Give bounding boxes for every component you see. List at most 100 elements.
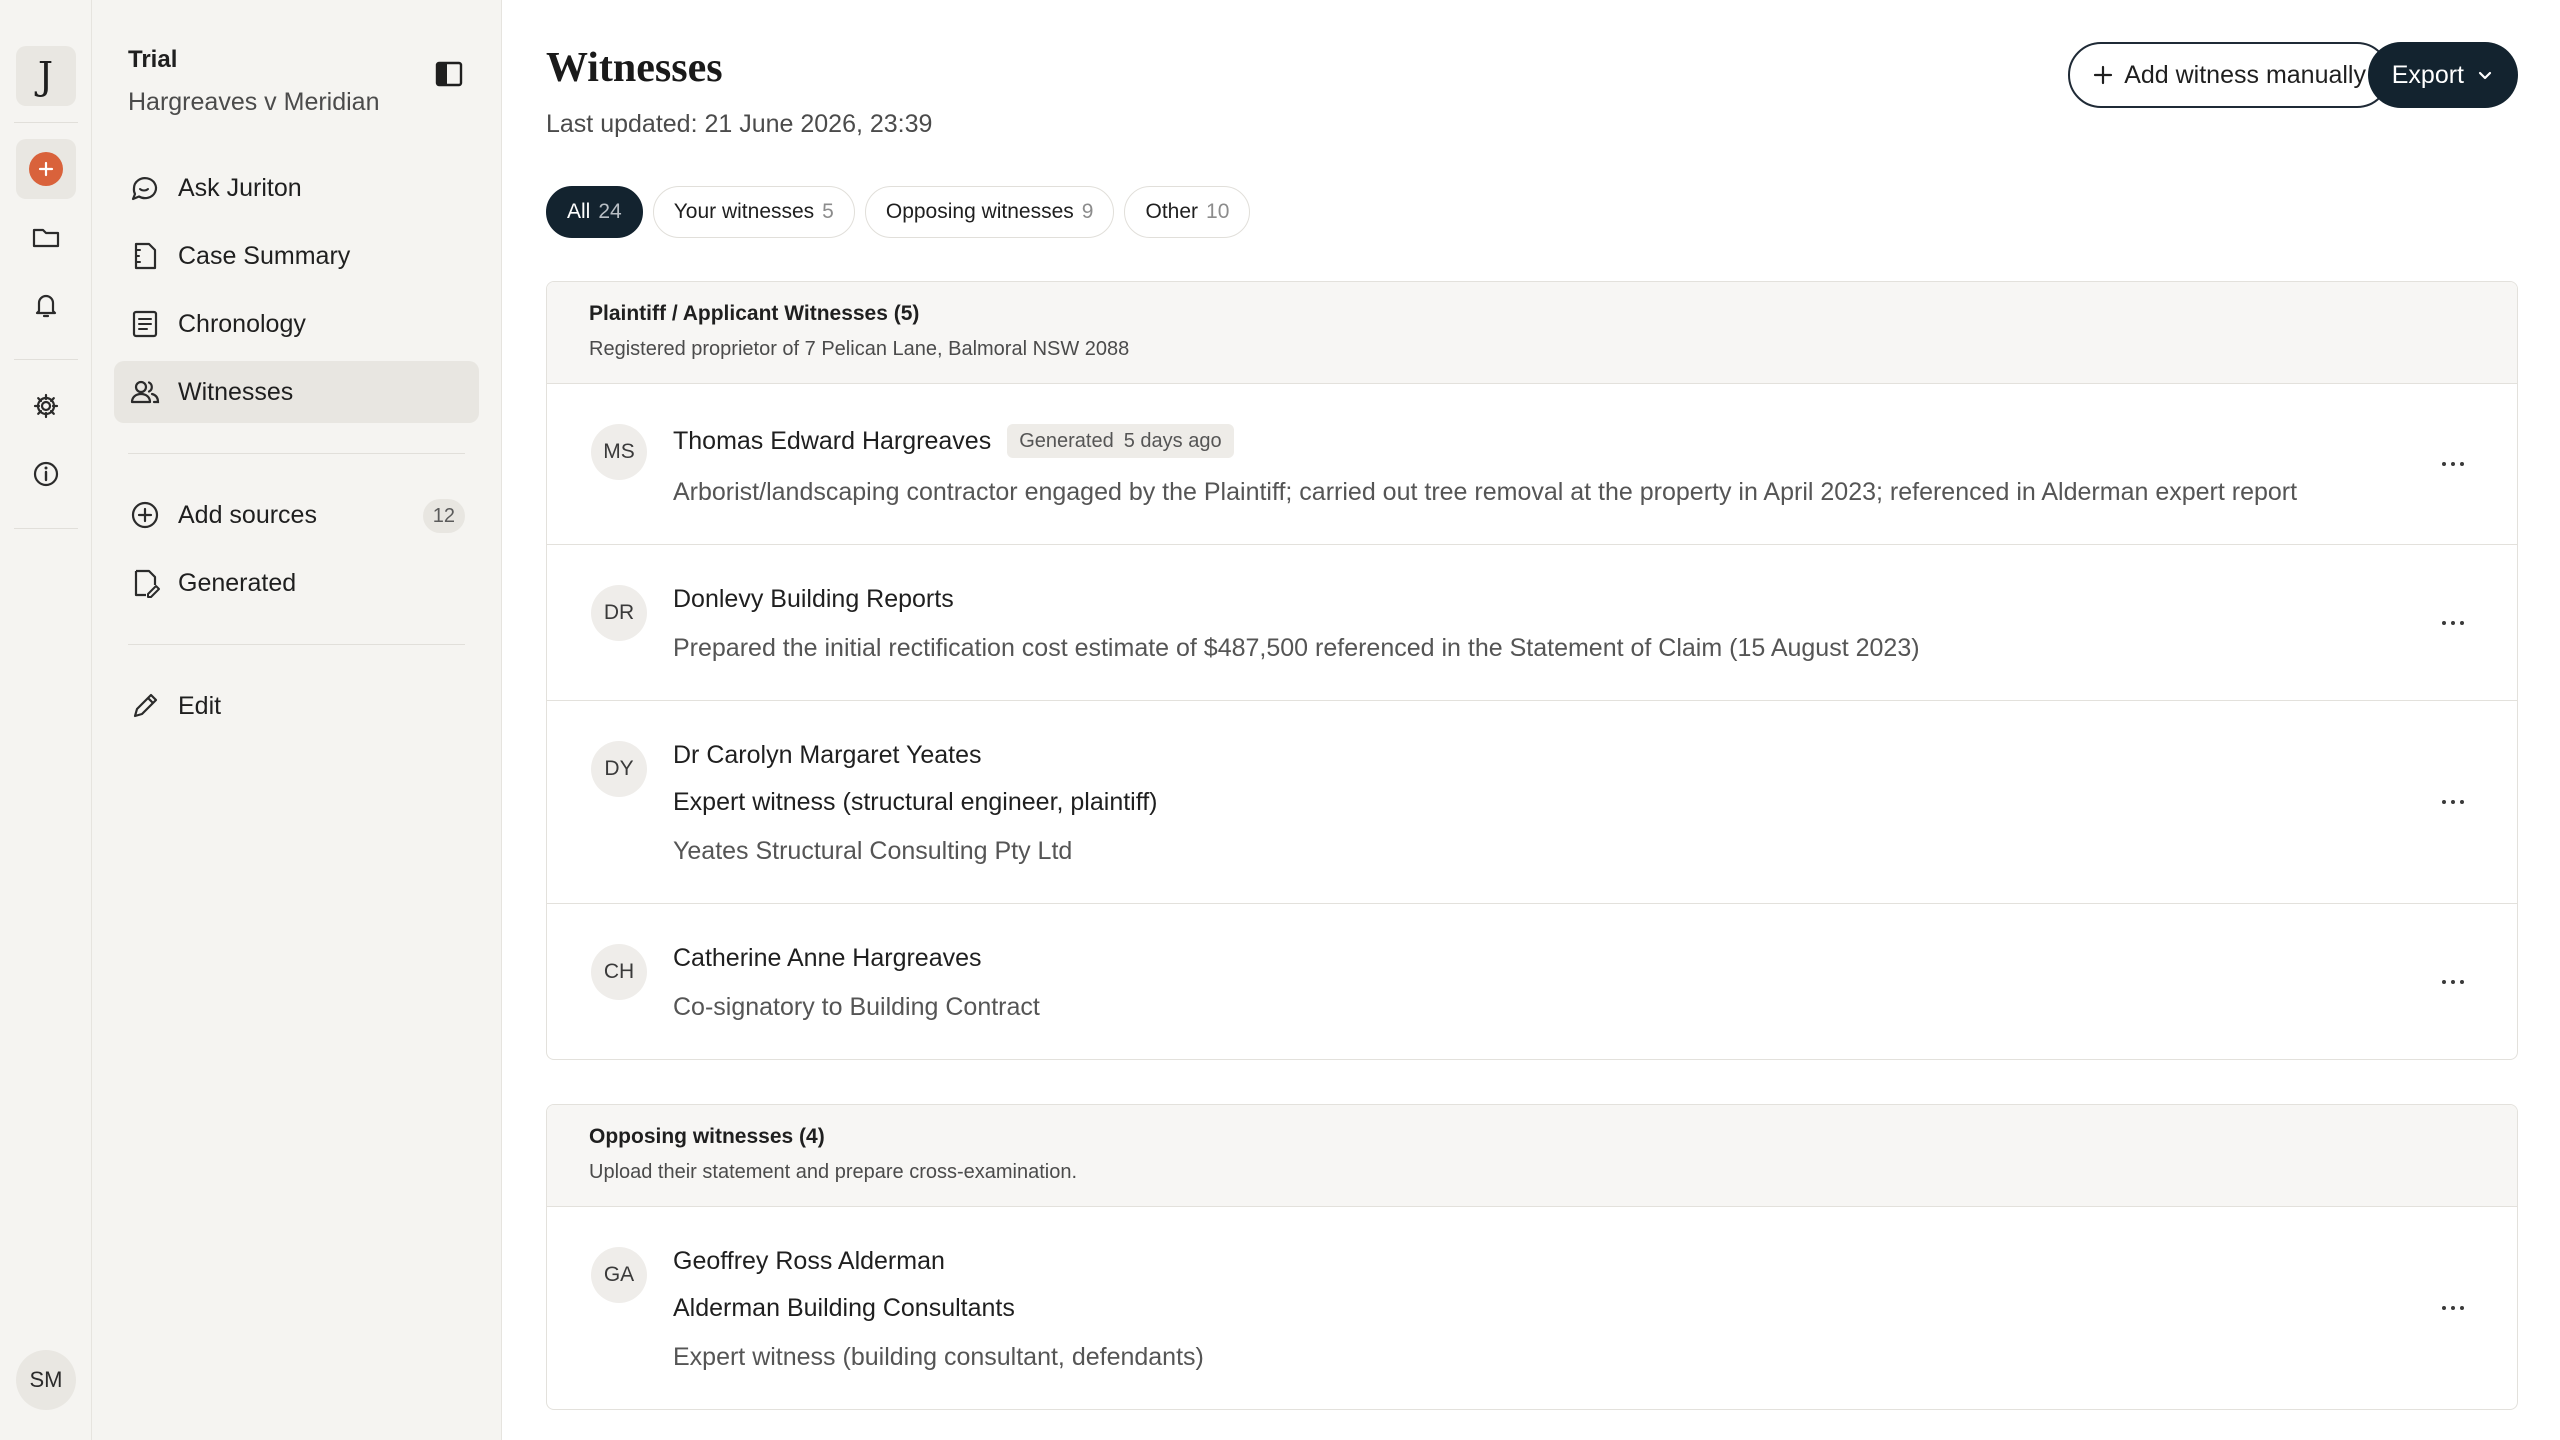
nav-item-ask-juriton[interactable]: Ask Juriton xyxy=(114,157,479,219)
filter-tabs: All 24 Your witnesses 5 Opposing witness… xyxy=(546,186,1260,238)
nav-label: Ask Juriton xyxy=(178,173,302,202)
export-label: Export xyxy=(2391,60,2464,89)
list-icon xyxy=(128,307,162,341)
section-subtitle: Registered proprietor of 7 Pelican Lane,… xyxy=(589,338,1130,360)
icon-rail: J SM xyxy=(0,0,92,1440)
tab-all[interactable]: All 24 xyxy=(546,186,643,238)
add-witness-button[interactable]: Add witness manually xyxy=(2068,42,2390,108)
section-title: Opposing witnesses (4) xyxy=(589,1125,825,1148)
witness-name: Thomas Edward Hargreaves xyxy=(673,426,992,455)
folder-button[interactable] xyxy=(16,207,76,267)
witness-name-line: Donlevy Building Reports xyxy=(673,585,2377,614)
opposing-witnesses-section: Opposing witnesses (4) Upload their stat… xyxy=(546,1104,2518,1410)
nav-label: Generated xyxy=(178,568,297,597)
add-witness-label: Add witness manually xyxy=(2124,60,2366,89)
tab-your-witnesses[interactable]: Your witnesses 5 xyxy=(652,186,855,238)
tab-label: Your witnesses xyxy=(673,200,815,223)
witness-sections: Plaintiff / Applicant Witnesses (5) Regi… xyxy=(546,281,2518,1440)
case-sidebar: Trial Hargreaves v Meridian Ask Juriton … xyxy=(92,0,502,1440)
sources-count-badge: 12 xyxy=(422,499,465,533)
sidebar-toggle-icon[interactable] xyxy=(433,58,465,90)
witness-row[interactable]: DR Donlevy Building Reports Prepared the… xyxy=(547,545,2517,701)
plaintiff-witnesses-section: Plaintiff / Applicant Witnesses (5) Regi… xyxy=(546,281,2518,1060)
witness-name-line: Dr Carolyn Margaret Yeates xyxy=(673,741,2377,770)
section-subtitle: Upload their statement and prepare cross… xyxy=(589,1161,1078,1183)
info-button[interactable] xyxy=(16,444,76,504)
nav-label: Add sources xyxy=(178,500,317,529)
tab-label: Opposing witnesses xyxy=(885,200,1074,223)
nav-label: Witnesses xyxy=(178,377,294,406)
nav-item-chronology[interactable]: Chronology xyxy=(114,293,479,355)
witness-description: Expert witness (building consultant, def… xyxy=(673,1343,1204,1371)
tab-label: All xyxy=(567,200,591,223)
last-updated: Last updated: 21 June 2026, 23:39 xyxy=(546,110,933,138)
nav-item-edit[interactable]: Edit xyxy=(114,675,479,737)
pencil-icon xyxy=(128,689,162,723)
plus-icon xyxy=(28,152,63,186)
sidebar-nav-secondary: Add sources 12 Generated xyxy=(114,484,479,614)
nav-item-add-sources[interactable]: Add sources 12 xyxy=(114,484,479,546)
witness-row[interactable]: GA Geoffrey Ross Alderman Alderman Build… xyxy=(547,1207,2517,1409)
witness-row[interactable]: CH Catherine Anne Hargreaves Co-signator… xyxy=(547,904,2517,1059)
generated-file-icon xyxy=(128,566,162,600)
more-options-icon[interactable] xyxy=(2439,968,2467,996)
folder-icon xyxy=(32,228,59,248)
witness-avatar: MS xyxy=(591,424,647,480)
sidebar-divider xyxy=(128,453,465,454)
nav-label: Chronology xyxy=(178,309,306,338)
plus-circle-icon xyxy=(128,498,162,532)
case-name: Hargreaves v Meridian xyxy=(128,88,380,116)
witness-avatar: DY xyxy=(591,741,647,797)
tab-count: 5 xyxy=(822,200,834,223)
tab-count: 24 xyxy=(598,200,622,223)
settings-button[interactable] xyxy=(16,376,76,436)
more-options-icon[interactable] xyxy=(2439,609,2467,637)
app-logo[interactable]: J xyxy=(15,46,76,106)
rail-divider xyxy=(13,122,78,123)
sidebar-nav: Ask Juriton Case Summary Chronology Witn… xyxy=(114,157,479,423)
new-button[interactable] xyxy=(15,139,76,199)
tab-other[interactable]: Other 10 xyxy=(1124,186,1251,238)
tab-label: Other xyxy=(1145,200,1199,223)
witness-avatar: GA xyxy=(591,1247,647,1303)
more-options-icon[interactable] xyxy=(2439,1294,2467,1322)
nav-label: Edit xyxy=(178,691,222,720)
people-icon xyxy=(128,375,162,409)
app-shell: J SM Trial Hargreaves v Meridian Ask Jur… xyxy=(0,0,2560,1440)
witness-avatar: CH xyxy=(591,944,647,1000)
page-title: Witnesses xyxy=(546,45,723,91)
witness-description: Prepared the initial rectification cost … xyxy=(673,634,1920,662)
witness-row[interactable]: DY Dr Carolyn Margaret Yeates Expert wit… xyxy=(547,701,2517,904)
section-header: Opposing witnesses (4) Upload their stat… xyxy=(547,1105,2517,1207)
sidebar-nav-tertiary: Edit xyxy=(114,675,479,737)
more-options-icon[interactable] xyxy=(2439,450,2467,478)
chat-bubble-icon xyxy=(128,171,162,205)
bell-icon xyxy=(35,294,56,318)
witness-description: Arborist/landscaping contractor engaged … xyxy=(673,478,2298,506)
info-icon xyxy=(33,461,58,487)
witness-organisation: Alderman Building Consultants xyxy=(673,1294,1015,1322)
nav-item-witnesses[interactable]: Witnesses xyxy=(114,361,479,423)
more-options-icon[interactable] xyxy=(2439,788,2467,816)
nav-item-generated[interactable]: Generated xyxy=(114,552,479,614)
badge-time: 5 days ago xyxy=(1123,429,1222,452)
witness-role: Expert witness (structural engineer, pla… xyxy=(673,788,1158,816)
section-title: Plaintiff / Applicant Witnesses (5) xyxy=(589,302,920,325)
nav-item-case-summary[interactable]: Case Summary xyxy=(114,225,479,287)
witness-description: Yeates Structural Consulting Pty Ltd xyxy=(673,837,1073,865)
witness-name-line: Catherine Anne Hargreaves xyxy=(673,944,2377,973)
generated-badge: Generated 5 days ago xyxy=(1007,424,1234,458)
user-avatar[interactable]: SM xyxy=(16,1350,76,1410)
case-header: Trial Hargreaves v Meridian xyxy=(114,0,479,117)
witness-avatar: DR xyxy=(591,585,647,641)
witness-name: Donlevy Building Reports xyxy=(673,585,954,613)
plus-icon xyxy=(2094,65,2113,85)
export-button[interactable]: Export xyxy=(2367,42,2518,108)
tab-count: 10 xyxy=(1206,200,1230,223)
notifications-button[interactable] xyxy=(16,275,76,335)
tab-opposing-witnesses[interactable]: Opposing witnesses 9 xyxy=(864,186,1115,238)
chevron-down-icon xyxy=(2478,71,2492,80)
rail-divider xyxy=(13,528,78,529)
witness-row[interactable]: MS Thomas Edward Hargreaves Generated 5 … xyxy=(547,384,2517,545)
witness-name: Geoffrey Ross Alderman xyxy=(673,1247,945,1275)
